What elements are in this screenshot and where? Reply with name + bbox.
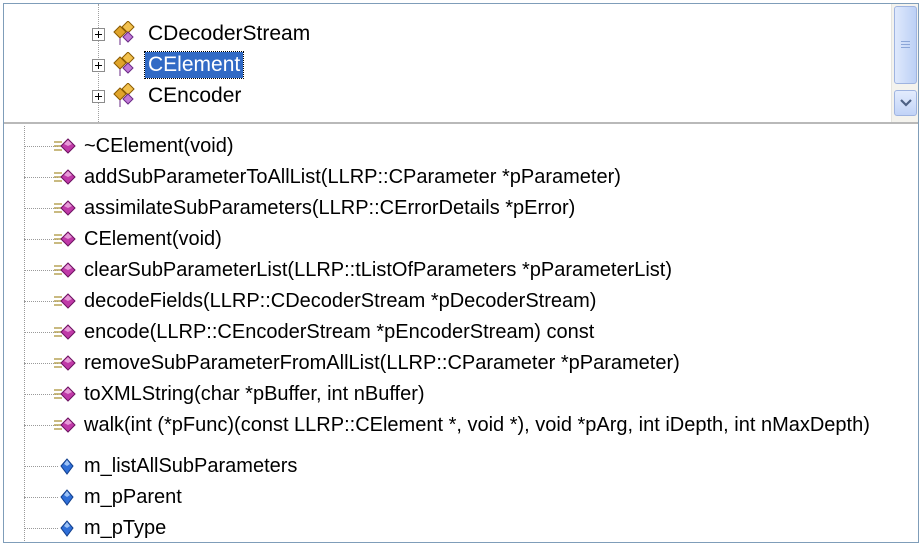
method-label: walk(int (*pFunc)(const LLRP::CElement *… [84,414,870,436]
method-item[interactable]: removeSubParameterFromAllList(LLRP::CPar… [4,348,680,379]
method-icon [54,323,76,340]
method-item[interactable]: ~CElement(void) [4,131,234,162]
method-label: decodeFields(LLRP::CDecoderStream *pDeco… [84,290,597,312]
class-tree-label: CEncoder [148,84,242,107]
class-tree-item[interactable]: CEncoder [92,81,244,111]
member-list-pane[interactable]: ~CElement(void) addSubParameterToAllList… [4,126,918,542]
chevron-down-icon [899,99,912,107]
method-icon [54,168,76,185]
method-item[interactable]: CElement(void) [4,224,222,255]
class-icon [113,21,135,45]
method-label: clearSubParameterList(LLRP::tListOfParam… [84,259,673,281]
method-icon [54,230,76,247]
method-item[interactable]: walk(int (*pFunc)(const LLRP::CElement *… [4,410,870,441]
class-tree-label: CDecoderStream [148,22,311,45]
field-label: m_pParent [84,486,182,508]
field-icon [60,457,74,475]
class-tree-item-selected[interactable]: CElement [92,50,245,80]
plus-expander-icon[interactable] [92,58,105,72]
class-pane-scrollbar[interactable] [891,4,918,122]
method-item[interactable]: toXMLString(char *pBuffer, int nBuffer) [4,379,425,410]
field-item[interactable]: m_pParent [4,482,182,513]
method-item[interactable]: addSubParameterToAllList(LLRP::CParamete… [4,162,621,193]
class-tree-label: CElement [143,51,245,79]
class-icon [113,83,135,107]
field-item[interactable]: m_listAllSubParameters [4,451,297,482]
method-item[interactable]: clearSubParameterList(LLRP::tListOfParam… [4,255,672,286]
method-label: toXMLString(char *pBuffer, int nBuffer) [84,383,425,405]
method-label: CElement(void) [84,228,222,250]
method-icon [54,385,76,402]
method-label: assimilateSubParameters(LLRP::CErrorDeta… [84,197,576,219]
class-tree-item[interactable]: CDecoderStream [92,19,313,49]
method-label: addSubParameterToAllList(LLRP::CParamete… [84,166,621,188]
scroll-down-button[interactable] [894,90,917,116]
method-icon [54,137,76,154]
field-icon [60,488,74,506]
plus-expander-icon[interactable] [92,89,105,103]
method-icon [54,261,76,278]
method-icon [54,416,76,433]
method-label: ~CElement(void) [84,135,234,157]
method-item[interactable]: encode(LLRP::CEncoderStream *pEncoderStr… [4,317,594,348]
class-view-window: CDecoderStream CElement CEncoder ~CEleme… [3,3,919,543]
field-item[interactable]: m_pType [4,513,167,542]
method-icon [54,199,76,216]
class-tree-pane[interactable]: CDecoderStream CElement CEncoder [4,4,918,124]
field-icon [60,519,74,537]
method-label: encode(LLRP::CEncoderStream *pEncoderStr… [84,321,595,343]
field-label: m_pType [84,517,167,539]
scrollbar-thumb[interactable] [894,6,917,84]
class-icon [113,52,135,76]
field-label: m_listAllSubParameters [84,455,298,477]
method-icon [54,292,76,309]
plus-expander-icon[interactable] [92,27,105,41]
method-item[interactable]: assimilateSubParameters(LLRP::CErrorDeta… [4,193,575,224]
method-icon [54,354,76,371]
method-label: removeSubParameterFromAllList(LLRP::CPar… [84,352,680,374]
method-item[interactable]: decodeFields(LLRP::CDecoderStream *pDeco… [4,286,596,317]
